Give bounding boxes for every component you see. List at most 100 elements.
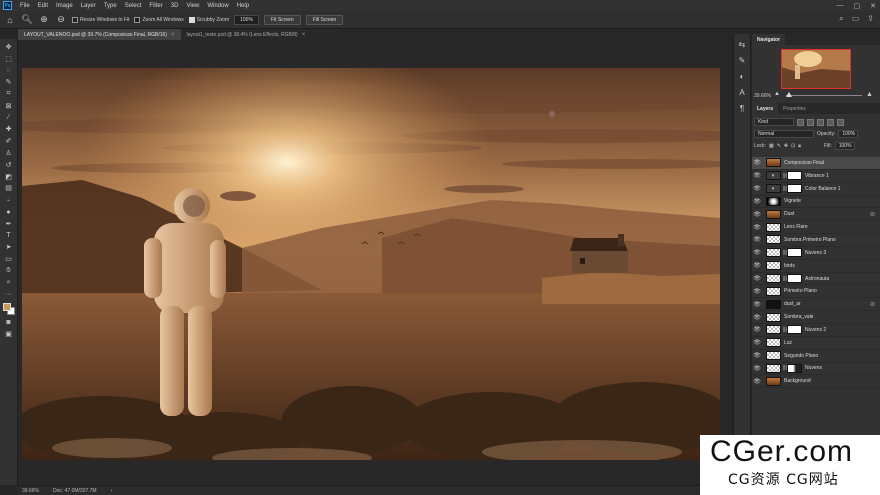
workspace-icon[interactable]: ▭ (852, 14, 860, 24)
menu-item-type[interactable]: Type (100, 3, 121, 9)
healing-brush-icon[interactable]: ✚ (2, 124, 16, 136)
pen-tool-icon[interactable]: ✒ (2, 218, 16, 230)
eye-icon[interactable]: 👁︎ (752, 365, 762, 372)
frame-tool-icon[interactable]: ⊠ (2, 100, 16, 112)
smart-filter-icon[interactable]: ⊘ (870, 211, 880, 218)
eye-icon[interactable]: 👁︎ (752, 262, 762, 269)
eye-icon[interactable]: 👁︎ (752, 352, 762, 359)
fit-screen-button[interactable]: Fit Screen (263, 14, 301, 25)
layer-row[interactable]: 👁︎ Sombra_vale (752, 311, 880, 324)
layer-row[interactable]: 👁︎ Vignete (752, 196, 880, 209)
tab-layers[interactable]: Layers (752, 103, 779, 114)
rectangle-tool-icon[interactable]: ▭ (2, 253, 16, 265)
layer-mask-thumbnail[interactable] (787, 171, 802, 181)
zoom-out-icon[interactable]: ⊖ (55, 14, 67, 26)
eye-icon[interactable]: 👁︎ (752, 185, 762, 192)
lock-brush-icon[interactable]: ✎ (777, 143, 781, 149)
lock-pixels-icon[interactable]: ▦ (769, 143, 774, 149)
character-panel-icon[interactable]: A (736, 86, 748, 98)
share-icon[interactable]: ⇪ (867, 14, 874, 24)
clone-stamp-icon[interactable]: ♙ (2, 147, 16, 159)
navigator-zoom-slider[interactable] (786, 95, 862, 96)
lock-all-icon[interactable]: 🔒︎ (798, 143, 801, 149)
layer-row[interactable]: 👁︎ Composicao Final (752, 157, 880, 170)
fill-field[interactable]: 100% (834, 142, 855, 150)
zoom-all-windows-checkbox[interactable]: Zoom All Windows (134, 16, 184, 23)
zoom-in-mountain-icon[interactable]: ▲ (866, 91, 873, 98)
eye-icon[interactable]: 👁︎ (752, 326, 762, 333)
layer-filter-kind[interactable]: Kind (754, 118, 794, 126)
eraser-tool-icon[interactable]: ◩ (2, 171, 16, 183)
brush-settings-icon[interactable]: ✎ (736, 54, 748, 66)
crop-tool-icon[interactable]: ⌗ (2, 88, 16, 100)
menu-item-3d[interactable]: 3D (167, 3, 183, 9)
filter-type-icon[interactable] (817, 118, 824, 126)
layer-row[interactable]: 👁︎ Sombra Primeiro Plano (752, 234, 880, 247)
dodge-tool-icon[interactable]: ● (2, 206, 16, 218)
adjustments-icon[interactable]: ◐ (736, 70, 748, 82)
menu-item-select[interactable]: Select (121, 3, 146, 9)
menu-item-window[interactable]: Window (203, 3, 232, 9)
eye-icon[interactable]: 👁︎ (752, 314, 762, 321)
zoom-in-icon[interactable]: ⊕ (38, 14, 50, 26)
layer-row[interactable]: 👁︎ Segundo Plano (752, 350, 880, 363)
smart-filter-icon[interactable]: ⊘ (870, 301, 880, 308)
scrubby-zoom-checkbox[interactable]: Scrubby Zoom (188, 16, 229, 23)
type-tool-icon[interactable]: T (2, 230, 16, 242)
layer-row[interactable]: 👁︎ Dust ⊘ (752, 208, 880, 222)
fill-screen-button[interactable]: Fill Screen (305, 14, 344, 25)
close-icon[interactable]: × (302, 32, 306, 38)
layer-mask-thumbnail[interactable] (787, 248, 802, 258)
tab-navigator[interactable]: Navigator (752, 34, 786, 45)
lock-position-icon[interactable]: ✥ (784, 143, 788, 149)
search-icon[interactable]: ⌕ (839, 14, 843, 24)
eye-icon[interactable]: 👁︎ (752, 224, 762, 231)
eye-icon[interactable]: 👁︎ (752, 288, 762, 295)
eye-icon[interactable]: 👁︎ (752, 301, 762, 308)
zoom-tool-icon[interactable]: ⌕ (2, 277, 16, 289)
navigator-zoom-knob[interactable] (786, 92, 792, 97)
menu-item-image[interactable]: Image (52, 3, 77, 9)
tab-layout1-teste[interactable]: layout1_teste.psd @ 38.4% (Lens Effects,… (181, 29, 312, 40)
lasso-tool-icon[interactable]: ◌ (2, 65, 16, 77)
layer-mask-thumbnail[interactable] (787, 274, 802, 284)
menu-item-filter[interactable]: Filter (145, 3, 166, 9)
filter-pixel-icon[interactable] (797, 118, 804, 126)
status-zoom[interactable]: 39.66% (22, 488, 39, 494)
eye-icon[interactable]: 👁︎ (752, 236, 762, 243)
eye-icon[interactable]: 👁︎ (752, 211, 762, 218)
eye-icon[interactable]: 👁︎ (752, 159, 762, 166)
filter-smart-icon[interactable] (837, 118, 844, 126)
menu-item-view[interactable]: View (182, 3, 203, 9)
history-brush-icon[interactable]: ↺ (2, 159, 16, 171)
opacity-field[interactable]: 100% (838, 130, 859, 138)
eye-icon[interactable]: 👁︎ (752, 172, 762, 179)
foreground-color-swatch[interactable] (2, 302, 11, 311)
paragraph-panel-icon[interactable]: ¶ (736, 102, 748, 114)
zoom-value-field[interactable]: 100% (234, 14, 259, 25)
layer-row[interactable]: 👁︎ ◐ ⛓ Vibrance 1 (752, 170, 880, 183)
marquee-tool-icon[interactable]: ⬚ (2, 53, 16, 65)
quick-mask-icon[interactable]: ◙ (2, 317, 16, 329)
menu-item-edit[interactable]: Edit (34, 3, 52, 9)
layer-row[interactable]: 👁︎ Background (752, 375, 880, 389)
layer-mask-thumbnail[interactable] (787, 184, 802, 194)
color-swatches[interactable] (2, 302, 16, 316)
layer-row[interactable]: 👁︎ ⛓ Nuvens 2 (752, 324, 880, 337)
tab-layout-valenoo[interactable]: LAYOUT_VALENOO.psd @ 39.7% (Composicao F… (18, 29, 181, 40)
tab-properties[interactable]: Properties (778, 103, 811, 114)
menu-item-file[interactable]: File (16, 3, 34, 9)
brush-tool-icon[interactable]: ✐ (2, 135, 16, 147)
screen-mode-icon[interactable]: ▣ (2, 328, 16, 340)
layer-mask-thumbnail[interactable] (787, 325, 802, 335)
more-tools-icon[interactable]: ··· (2, 289, 16, 301)
gradient-tool-icon[interactable]: ▤ (2, 183, 16, 195)
layer-row[interactable]: 👁︎ Lens Flare (752, 221, 880, 235)
hand-tool-icon[interactable]: ✋︎ (2, 265, 16, 277)
layer-row[interactable]: 👁︎ ⛓ Nuvens 3 (752, 247, 880, 260)
eye-icon[interactable]: 👁︎ (752, 249, 762, 256)
blend-mode-select[interactable]: Normal (754, 130, 814, 138)
layer-row[interactable]: 👁︎ Luz (752, 337, 880, 350)
filter-shape-icon[interactable] (827, 118, 834, 126)
layer-row[interactable]: 👁︎ ⛓ Nuvens (752, 363, 880, 376)
